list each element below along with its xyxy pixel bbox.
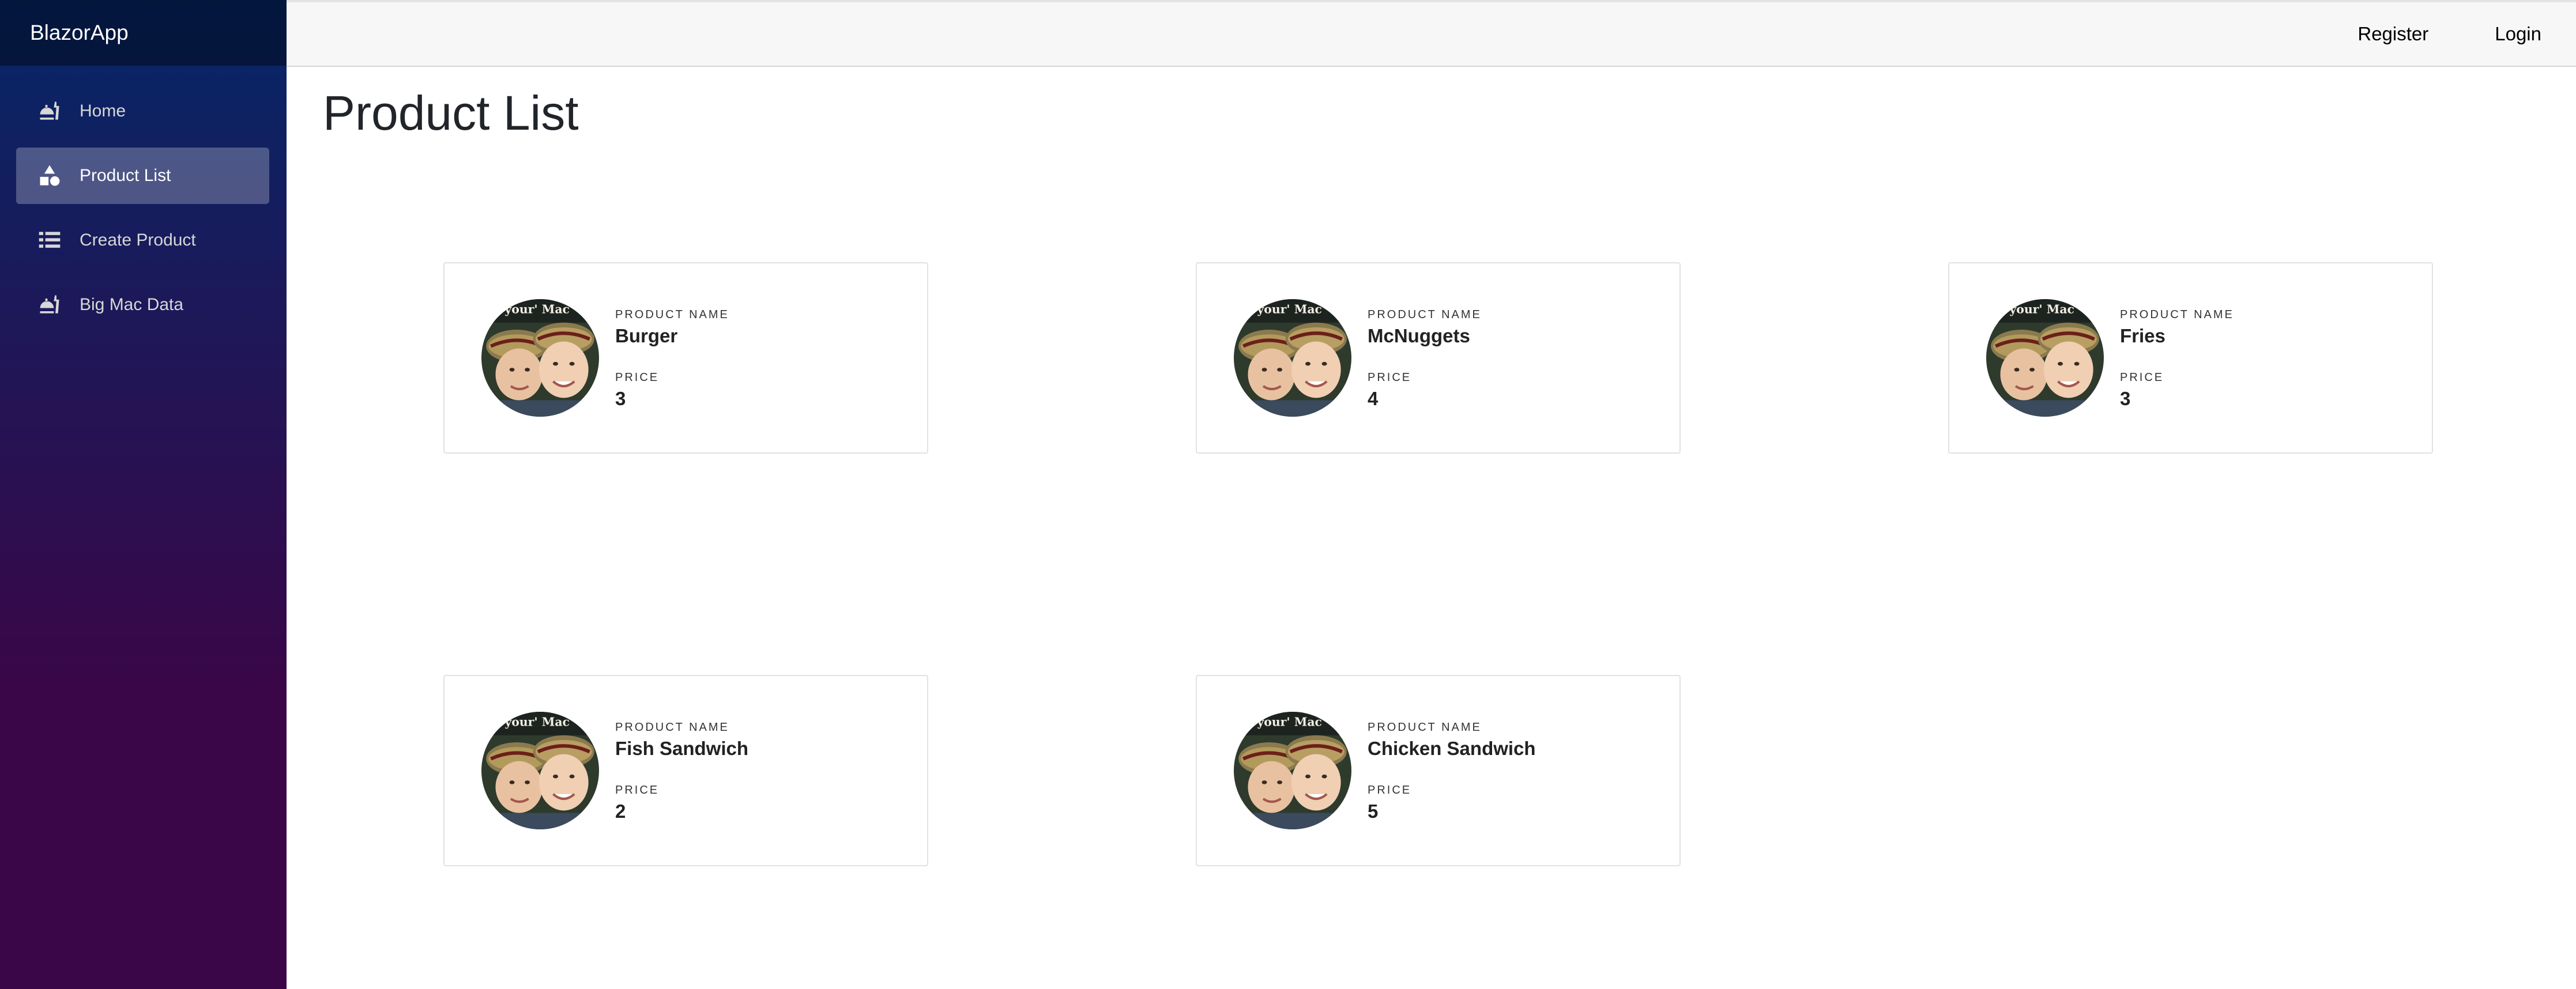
product-name-label: PRODUCT NAME: [1368, 308, 1482, 321]
price-label: PRICE: [615, 784, 660, 797]
product-image: [1234, 299, 1351, 417]
product-price: 2: [615, 801, 626, 822]
product-name: Fries: [2120, 325, 2166, 346]
sidebar-item-label: Product List: [80, 166, 171, 185]
product-price: 3: [615, 388, 626, 409]
product-image: [1986, 299, 2104, 417]
sidebar-brand: BlazorApp: [0, 0, 287, 66]
price-label: PRICE: [1368, 784, 1412, 797]
top-row: Register Login: [287, 0, 2576, 67]
product-name-label: PRODUCT NAME: [615, 308, 729, 321]
price-label: PRICE: [615, 371, 660, 384]
shapes-icon: [36, 162, 63, 190]
product-info: PRODUCT NAME Burger PRICE 3: [615, 308, 729, 410]
register-link[interactable]: Register: [2357, 23, 2428, 45]
product-image: [481, 712, 599, 829]
product-name-label: PRODUCT NAME: [2120, 308, 2234, 321]
sidebar-item-label: Home: [80, 101, 126, 120]
product-card: PRODUCT NAME Chicken Sandwich PRICE 5: [1196, 675, 1681, 866]
product-price: 3: [2120, 388, 2131, 409]
product-name: McNuggets: [1368, 325, 1470, 346]
sidebar-item-home[interactable]: Home: [16, 83, 269, 139]
product-name: Burger: [615, 325, 678, 346]
product-price: 4: [1368, 388, 1379, 409]
nav-menu: Home Product List Create Product Big Mac…: [0, 66, 287, 333]
food-icon: [36, 291, 63, 319]
sidebar-item-label: Big Mac Data: [80, 295, 184, 314]
product-image: [481, 299, 599, 417]
product-name-label: PRODUCT NAME: [1368, 721, 1482, 734]
page-title: Product List: [323, 86, 579, 140]
sidebar-item-product-list[interactable]: Product List: [16, 148, 269, 204]
product-info: PRODUCT NAME Chicken Sandwich PRICE 5: [1368, 721, 1536, 822]
brand-link[interactable]: BlazorApp: [30, 21, 129, 45]
food-icon: [36, 97, 63, 125]
product-card: PRODUCT NAME Burger PRICE 3: [443, 262, 928, 454]
product-name-label: PRODUCT NAME: [615, 721, 729, 734]
product-info: PRODUCT NAME Fish Sandwich PRICE 2: [615, 721, 748, 822]
product-info: PRODUCT NAME Fries PRICE 3: [2120, 308, 2234, 410]
sidebar-item-create-product[interactable]: Create Product: [16, 212, 269, 269]
product-card: PRODUCT NAME Fish Sandwich PRICE 2: [443, 675, 928, 866]
product-price: 5: [1368, 801, 1379, 822]
sidebar: BlazorApp Home Product List Create Produ…: [0, 0, 287, 989]
product-info: PRODUCT NAME McNuggets PRICE 4: [1368, 308, 1482, 410]
list-icon: [36, 227, 63, 254]
product-card: PRODUCT NAME Fries PRICE 3: [1948, 262, 2433, 454]
product-image: [1234, 712, 1351, 829]
product-name: Chicken Sandwich: [1368, 738, 1536, 759]
price-label: PRICE: [1368, 371, 1412, 384]
price-label: PRICE: [2120, 371, 2164, 384]
product-name: Fish Sandwich: [615, 738, 749, 759]
login-link[interactable]: Login: [2495, 23, 2541, 45]
sidebar-item-big-mac-data[interactable]: Big Mac Data: [16, 277, 269, 333]
product-card: PRODUCT NAME McNuggets PRICE 4: [1196, 262, 1681, 454]
sidebar-item-label: Create Product: [80, 231, 196, 250]
